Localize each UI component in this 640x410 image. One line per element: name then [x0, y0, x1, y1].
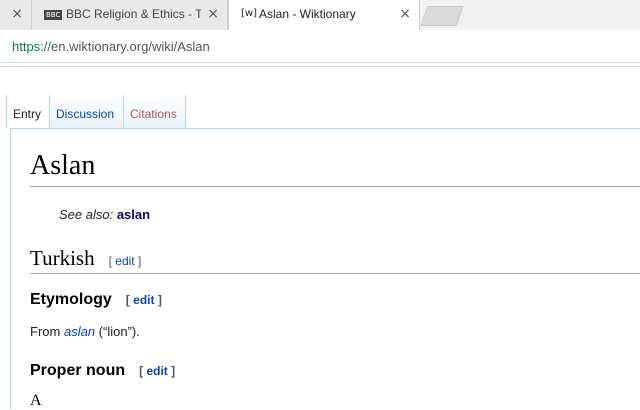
browser-tab-partial[interactable]: × [0, 0, 32, 30]
browser-tab-strip: × BBC BBC Religion & Ethics - T × [w] As… [0, 0, 640, 30]
etymology-gloss: (“lion”). [98, 324, 140, 339]
etymology-from: From [30, 324, 61, 339]
language-heading-text: Turkish [30, 246, 95, 270]
address-bar[interactable]: https://en.wiktionary.org/wiki/Aslan [0, 30, 640, 63]
etymology-text: From aslan (“lion”). [30, 324, 140, 339]
browser-tab-bbc[interactable]: BBC BBC Religion & Ethics - T × [32, 0, 228, 30]
proper-noun-heading-text: Proper noun [30, 362, 126, 379]
tab-title: Aslan - Wiktionary [259, 7, 356, 21]
title-divider [30, 186, 640, 187]
close-tab-icon[interactable]: × [11, 6, 23, 22]
url-scheme: https:// [12, 39, 52, 54]
url-host-path: en.wiktionary.org/wiki/Aslan [51, 39, 210, 54]
tab-citations[interactable]: Citations [123, 95, 186, 128]
url-text[interactable]: https://en.wiktionary.org/wiki/Aslan [12, 39, 210, 54]
bracket: [ [125, 293, 130, 307]
see-also: See also: aslan [59, 207, 150, 222]
tab-entry[interactable]: Entry [6, 95, 48, 128]
bbc-favicon-icon: BBC [44, 10, 63, 20]
see-also-link[interactable]: aslan [117, 207, 150, 222]
tab-title: BBC Religion & Ethics - T [66, 7, 201, 21]
browser-tab-wiktionary[interactable]: [w] Aslan - Wiktionary × [228, 0, 420, 30]
bracket: ] [137, 254, 142, 268]
language-divider [30, 273, 640, 274]
edit-link[interactable]: edit [115, 254, 134, 268]
edit-link[interactable]: edit [146, 364, 167, 378]
proper-noun-heading: Proper noun [ edit ] [30, 362, 175, 380]
close-tab-icon[interactable]: × [207, 6, 219, 22]
bracket: ] [171, 364, 176, 378]
edit-section-proper-noun: [ edit ] [139, 364, 175, 378]
close-tab-icon[interactable]: × [399, 6, 411, 22]
tab-discussion[interactable]: Discussion [49, 95, 122, 128]
language-heading: Turkish [ edit ] [30, 246, 141, 271]
see-also-label: See also: [59, 207, 114, 222]
etymology-word-link[interactable]: aslan [64, 324, 95, 339]
edit-section-turkish: [ edit ] [109, 254, 142, 268]
page-title: Aslan [30, 150, 96, 181]
edit-link[interactable]: edit [133, 293, 154, 307]
new-tab-button[interactable] [420, 6, 464, 26]
bracket: [ [108, 254, 112, 268]
etymology-heading-text: Etymology [30, 291, 112, 308]
headword-line-partial: A [30, 392, 42, 409]
toolbar-divider [0, 66, 640, 67]
etymology-heading: Etymology [ edit ] [30, 291, 162, 309]
edit-section-etymology: [ edit ] [126, 293, 162, 307]
bracket: ] [157, 293, 162, 307]
wiktionary-favicon-icon: [w] [241, 8, 257, 19]
bracket: [ [139, 364, 144, 378]
